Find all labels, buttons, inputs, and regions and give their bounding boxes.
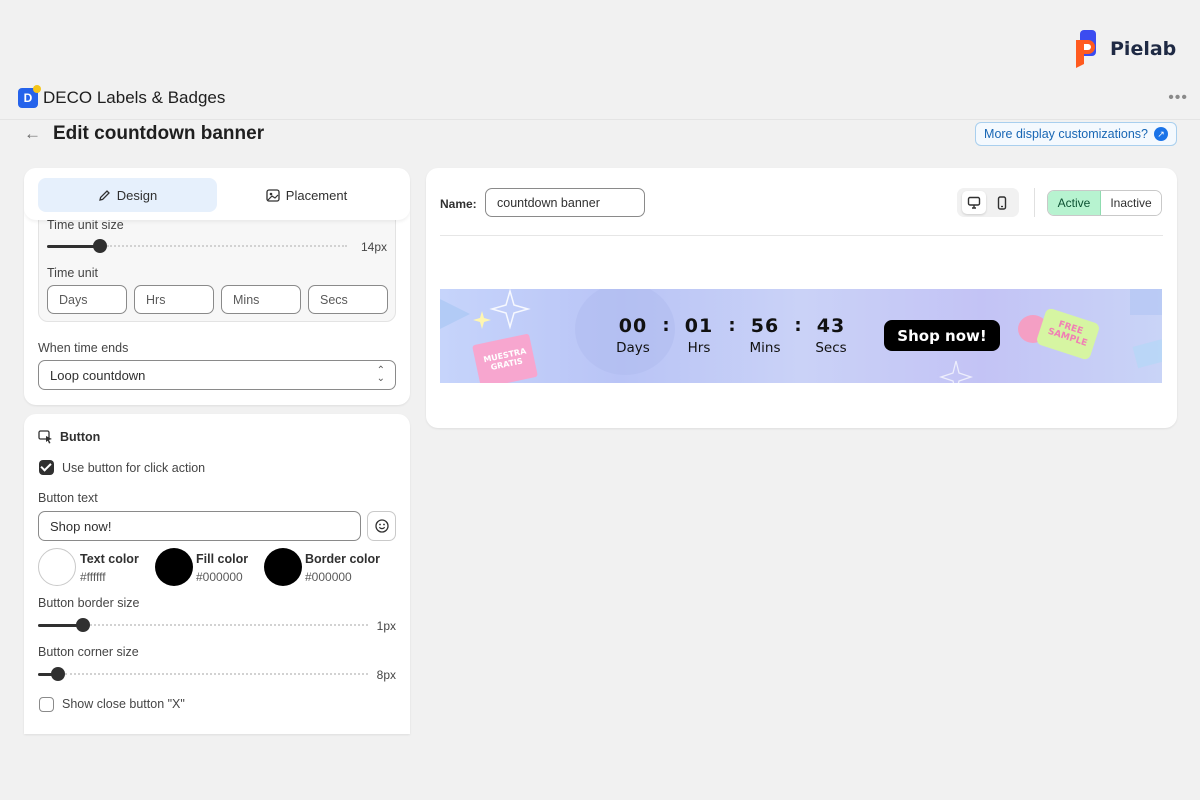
image-icon [266,188,280,202]
more-menu-icon[interactable]: ••• [1168,89,1188,107]
when-time-ends-label: When time ends [38,341,129,355]
more-customizations-label: More display customizations? [984,127,1148,141]
countdown-timer: 00 Days : 01 Hrs : 56 Mins : 43 Secs [610,315,854,357]
preview-card: Name: countdown banner Active Inactive M… [426,168,1177,428]
desktop-icon [967,196,981,209]
show-close-checkbox[interactable] [39,697,54,712]
status-inactive-button[interactable]: Inactive [1101,191,1161,215]
text-color-hex: #ffffff [80,570,106,584]
countdown-banner-preview: MUESTRA GRATIS FREE SAMPLE 00 Days : 01 … [440,289,1162,383]
fill-color-hex: #000000 [196,570,243,584]
time-unit-box: Time unit size 14px Time unit Days Hrs M… [38,202,396,322]
back-arrow-icon[interactable]: ← [24,124,41,144]
border-size-value: 1px [376,619,396,633]
border-size-label: Button border size [38,596,140,610]
countdown-seconds: 43 Secs [815,315,847,356]
time-unit-size-value: 14px [360,240,387,254]
pencil-icon [98,189,110,201]
button-text-label: Button text [38,491,98,505]
app-header: D DECO Labels & Badges ••• [18,85,1188,108]
tab-design[interactable]: Design [38,178,217,212]
mobile-icon [997,195,1007,210]
slider-handle[interactable] [51,667,65,681]
corner-size-label: Button corner size [38,645,139,659]
time-unit-days-input[interactable]: Days [47,285,127,314]
use-button-checkbox[interactable] [39,460,54,475]
time-unit-size-slider[interactable] [47,239,347,253]
device-toggle [957,188,1019,217]
fill-color-label: Fill color [196,552,249,566]
text-color-label: Text color [80,552,139,566]
status-toggle: Active Inactive [1047,190,1162,216]
page-heading: ← Edit countdown banner More display cus… [24,120,1177,148]
time-unit-hrs-input[interactable]: Hrs [134,285,214,314]
time-unit-size-label: Time unit size [47,218,124,232]
countdown-separator: : [662,315,670,336]
more-customizations-link[interactable]: More display customizations? ↗ [975,122,1177,146]
show-close-label: Show close button "X" [62,697,185,711]
countdown-separator: : [794,315,802,336]
button-settings-card: Button Use button for click action Butto… [24,414,410,734]
countdown-hours: 01 Hrs [684,315,714,356]
corner-size-slider[interactable] [38,667,368,681]
slider-handle[interactable] [93,239,107,253]
when-time-ends-select[interactable]: Loop countdown ⌃ ⌄ [38,360,396,390]
countdown-days: 00 Days [616,315,650,356]
desktop-view-button[interactable] [962,191,986,214]
countdown-separator: : [728,315,736,336]
border-color-label: Border color [305,552,381,566]
fill-color-swatch[interactable] [155,548,193,586]
design-placement-tabs: Design Placement [38,178,396,212]
border-size-slider[interactable] [38,618,368,632]
time-unit-mins-input[interactable]: Mins [221,285,301,314]
preview-divider [440,235,1163,236]
button-text-input[interactable]: Shop now! [38,511,361,541]
button-section-title: Button [38,430,100,444]
page-title: Edit countdown banner [53,123,265,144]
banner-name-input[interactable]: countdown banner [485,188,645,217]
external-link-icon: ↗ [1154,127,1168,141]
banner-shop-now-button[interactable]: Shop now! [884,320,1000,351]
free-sample-sticker: FREE SAMPLE [1018,307,1101,361]
smiley-icon [374,519,389,533]
pielab-brand: Pielab [1070,28,1176,70]
status-active-button[interactable]: Active [1048,191,1101,215]
select-chevron-icon: ⌃ ⌄ [376,365,385,384]
text-color-swatch[interactable] [38,548,76,586]
mobile-view-button[interactable] [990,191,1014,214]
brand-name: Pielab [1110,38,1177,60]
border-color-hex: #000000 [305,570,352,584]
app-name: DECO Labels & Badges [43,88,226,107]
design-card: Design Placement Time unit size 14px Tim… [24,168,410,405]
tab-placement[interactable]: Placement [217,178,396,212]
slider-handle[interactable] [76,618,90,632]
time-unit-label: Time unit [47,266,98,280]
corner-size-value: 8px [376,668,396,682]
emoji-picker-button[interactable] [367,511,396,541]
toolbar-separator [1034,188,1035,217]
name-label: Name: [440,197,477,211]
countdown-minutes: 56 Mins [749,315,781,356]
pielab-logo-icon [1076,30,1096,68]
time-unit-secs-input[interactable]: Secs [308,285,388,314]
app-logo-icon: D [18,85,41,108]
cursor-click-icon [38,430,52,444]
use-button-label: Use button for click action [62,461,206,475]
border-color-swatch[interactable] [264,548,302,586]
